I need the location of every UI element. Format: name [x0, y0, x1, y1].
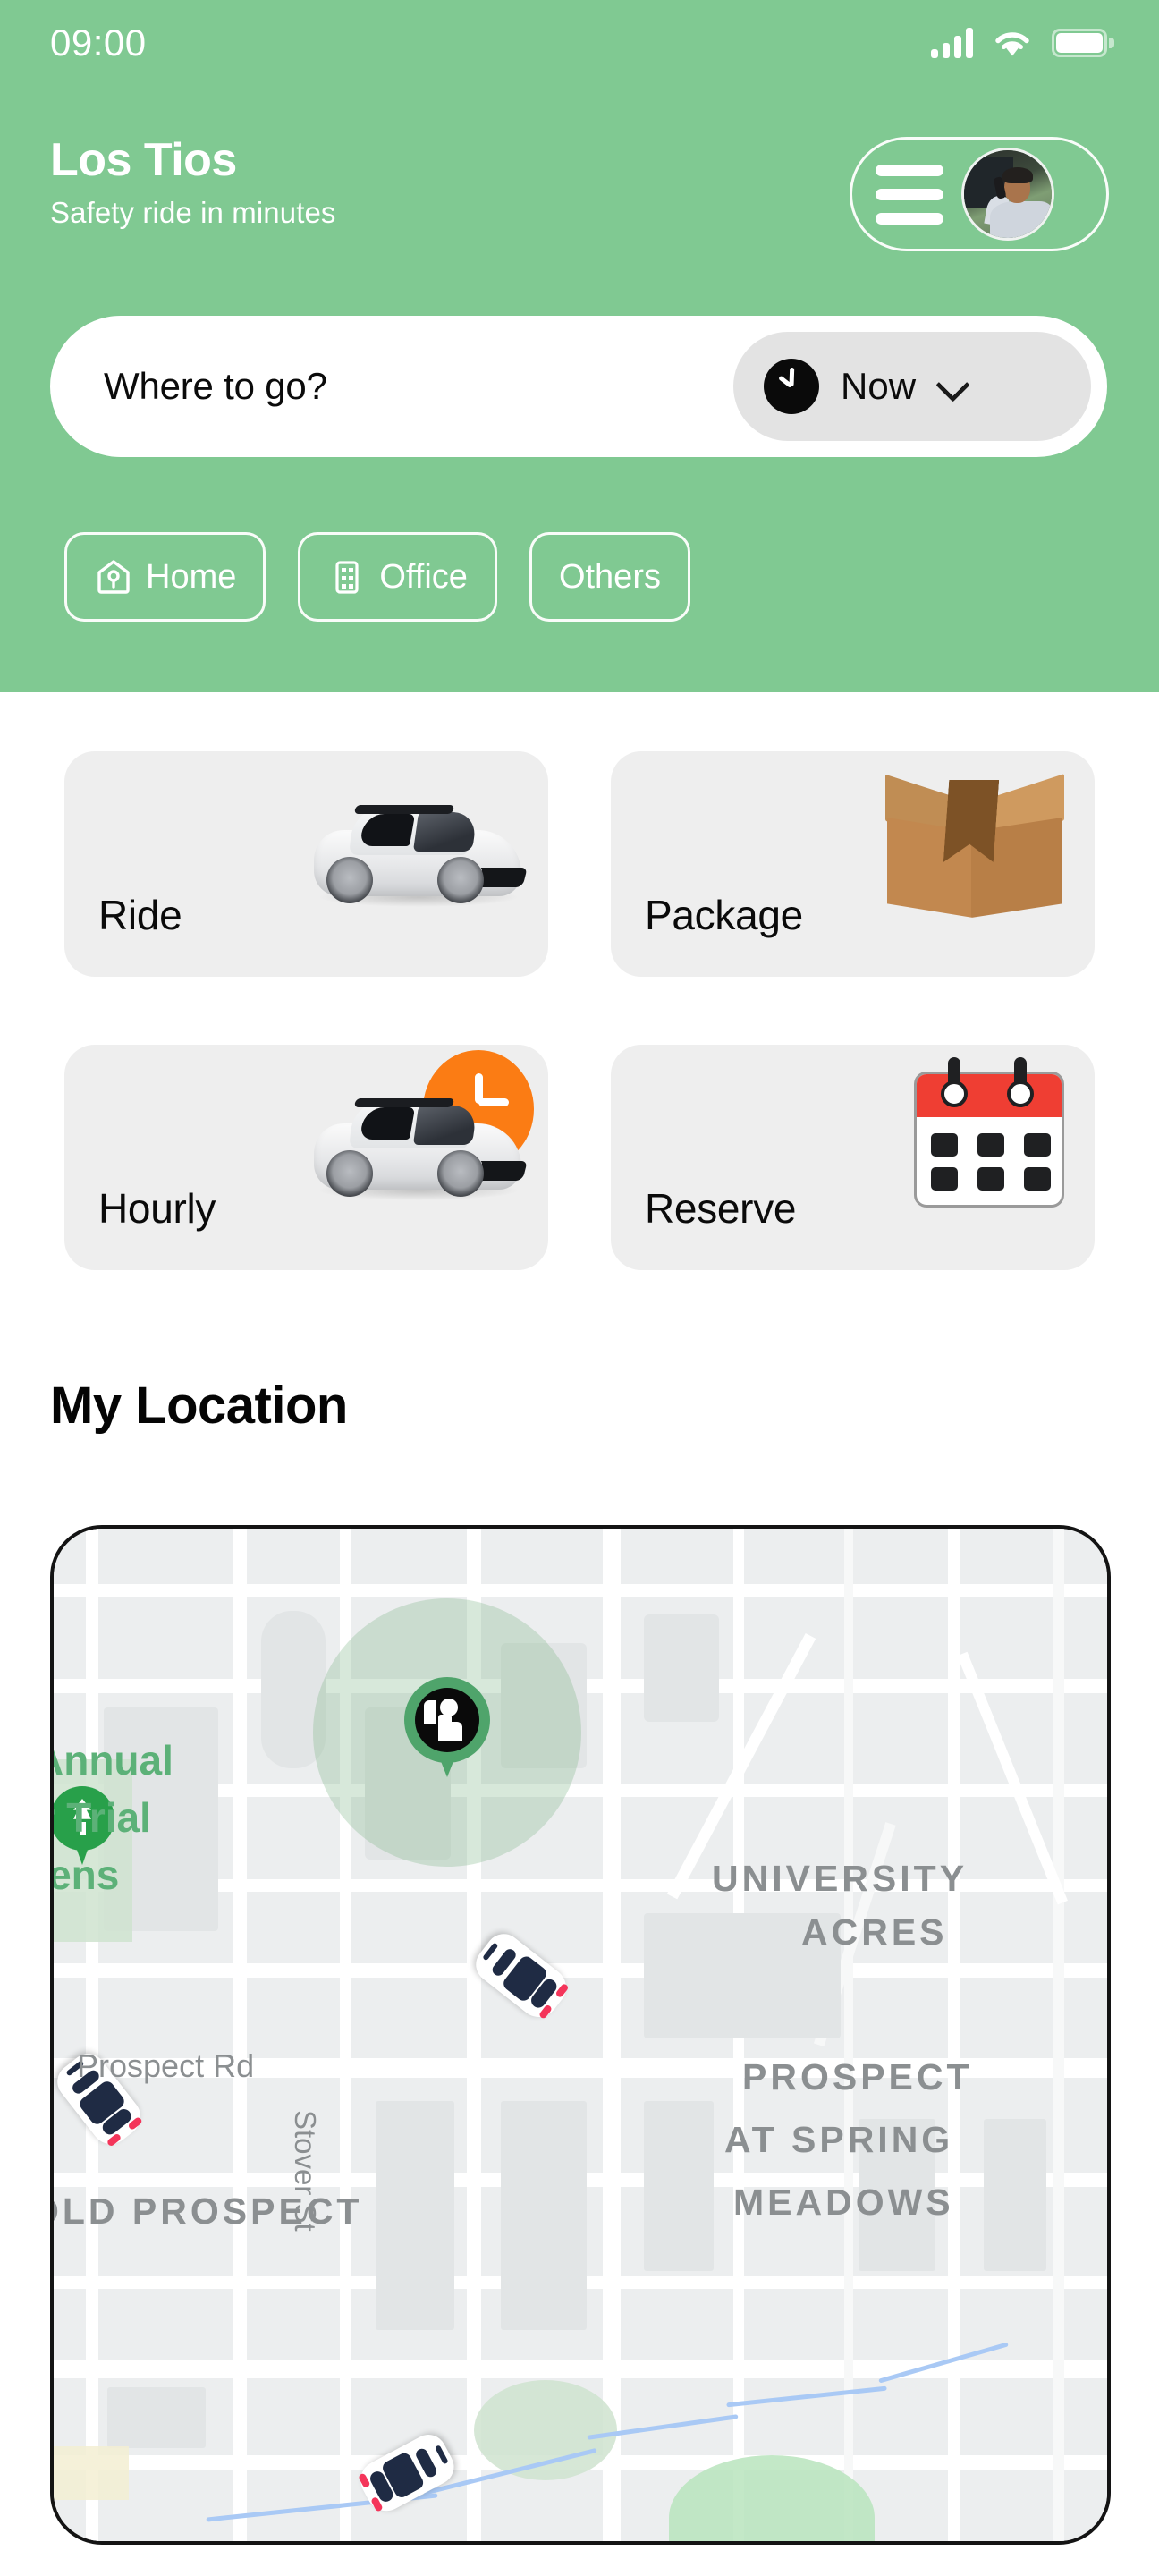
shortcut-chips: Home Office Others — [64, 532, 690, 622]
clock-icon — [764, 359, 819, 414]
calendar-icon — [912, 1057, 1066, 1211]
person-hailing-pin[interactable] — [404, 1677, 490, 1783]
battery-full-icon — [1052, 29, 1114, 57]
service-card-ride-label: Ride — [98, 892, 182, 938]
ride-time-label: Now — [841, 365, 917, 407]
cardboard-box-icon — [885, 769, 1064, 930]
map-green-label-1: Annual — [54, 1737, 173, 1784]
page-subtitle: Safety ride in minutes — [50, 196, 336, 230]
shortcut-chip-office[interactable]: Office — [298, 532, 497, 622]
status-bar-time: 09:00 — [50, 21, 147, 64]
app-root: 09:00 Los Tios Safety ride in minutes Wh… — [0, 0, 1159, 2576]
shortcut-chip-home-label: Home — [146, 557, 237, 596]
map-area-label-at-spring: AT SPRING — [724, 2119, 954, 2160]
hamburger-menu-icon[interactable] — [876, 164, 943, 225]
ride-time-selector[interactable]: Now — [733, 332, 1091, 441]
app-header: 09:00 Los Tios Safety ride in minutes Wh… — [0, 0, 1159, 692]
brand-text: Los Tios Safety ride in minutes — [50, 130, 336, 230]
service-card-package-label: Package — [645, 892, 803, 938]
car-top-down-1[interactable] — [469, 1927, 574, 2025]
white-car-3d-icon — [305, 1070, 529, 1204]
map-street-label-prospect-rd: Prospect Rd — [77, 2047, 255, 2084]
avatar[interactable] — [961, 148, 1054, 241]
home-icon — [94, 557, 133, 597]
map-green-label-3: dens — [50, 1852, 120, 1898]
service-card-ride[interactable]: Ride — [64, 751, 548, 977]
office-building-icon — [327, 557, 367, 597]
map-area-label-university: UNIVERSITY — [712, 1858, 969, 1899]
white-car-3d-icon — [305, 776, 529, 911]
map-area-label-prospect: PROSPECT — [742, 2056, 973, 2097]
service-grid: Ride Package Hourly Reserve — [64, 751, 1095, 1270]
search-bar[interactable]: Where to go? Now — [50, 316, 1107, 457]
chevron-down-icon[interactable] — [937, 371, 968, 402]
map-canvas[interactable]: Annual er Trial dens UNIVERSITY ACRES PR… — [54, 1529, 1107, 2541]
brand-row: Los Tios Safety ride in minutes — [50, 130, 1109, 264]
service-card-reserve-label: Reserve — [645, 1185, 797, 1232]
search-input[interactable]: Where to go? — [104, 365, 327, 408]
signal-bars-icon — [931, 28, 973, 58]
service-card-hourly[interactable]: Hourly — [64, 1045, 548, 1270]
shortcut-chip-others[interactable]: Others — [529, 532, 690, 622]
wifi-icon — [993, 28, 1032, 58]
map-street-label-stover-st: Stover St — [289, 2110, 322, 2232]
service-card-reserve[interactable]: Reserve — [611, 1045, 1095, 1270]
status-bar-icons — [931, 28, 1114, 58]
shortcut-chip-others-label: Others — [558, 557, 661, 596]
status-bar: 09:00 — [0, 0, 1159, 86]
shortcut-chip-office-label: Office — [379, 557, 468, 596]
map-card[interactable]: Annual er Trial dens UNIVERSITY ACRES PR… — [50, 1525, 1111, 2545]
menu-avatar-pill[interactable] — [850, 137, 1109, 251]
service-card-hourly-label: Hourly — [98, 1185, 216, 1232]
map-area-label-meadows: MEADOWS — [733, 2182, 954, 2223]
service-card-package[interactable]: Package — [611, 751, 1095, 977]
page-title: Los Tios — [50, 134, 237, 186]
map-green-label-2: er Trial — [54, 1794, 151, 1841]
shortcut-chip-home[interactable]: Home — [64, 532, 266, 622]
map-area-label-acres: ACRES — [801, 1911, 948, 1953]
page-section-title: My Location — [50, 1377, 348, 1435]
